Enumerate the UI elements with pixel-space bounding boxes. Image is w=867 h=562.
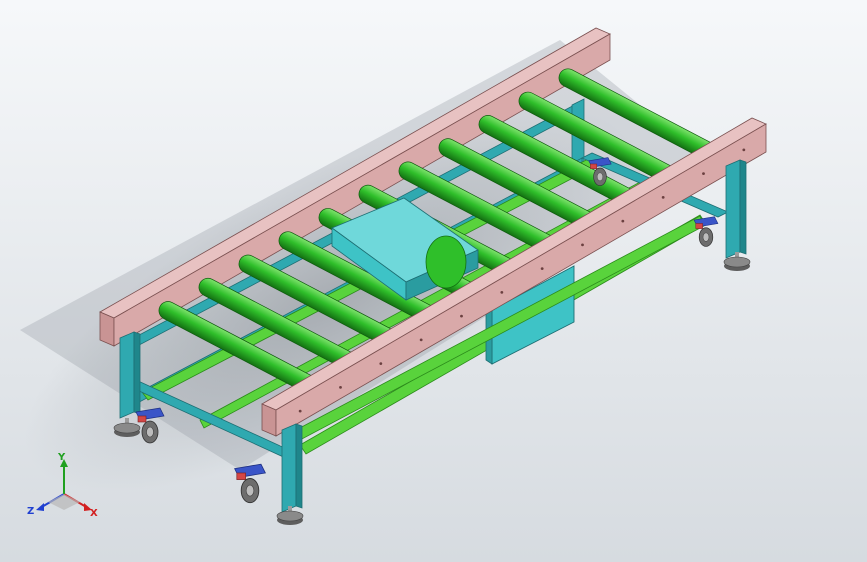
roller-conveyor-model[interactable]: Y Z X	[0, 0, 867, 562]
leg-front-near-side	[295, 423, 303, 509]
rail-hole	[419, 338, 423, 342]
caster-clamp	[236, 472, 246, 480]
rail-hole	[742, 148, 746, 152]
leg-front-left-outer	[133, 331, 141, 415]
near-rail-end	[261, 403, 277, 437]
foot-pad-top	[723, 256, 751, 268]
leg-back-near	[725, 159, 741, 259]
rail-hole	[702, 172, 705, 176]
leg-front-near	[281, 423, 297, 513]
triad-z-label: Z	[27, 506, 34, 517]
rail-hole	[581, 243, 584, 247]
caster-clamp	[590, 163, 598, 170]
foot-pad-top	[276, 510, 304, 522]
triad-x-label: X	[90, 508, 98, 519]
caster-hub	[245, 484, 255, 497]
foot-pad-top	[113, 422, 141, 434]
caster-hub	[702, 232, 710, 242]
rail-hole	[298, 409, 302, 413]
leg-front-left-inner	[119, 331, 135, 419]
rail-hole	[339, 385, 342, 389]
rail-hole	[661, 195, 665, 199]
caster-clamp	[695, 223, 703, 229]
rail-hole	[621, 219, 625, 223]
far-rail-face	[99, 311, 115, 347]
rail-hole	[540, 267, 544, 271]
rail-hole	[460, 314, 463, 318]
leg-back-near-side	[739, 159, 747, 255]
caster-clamp	[137, 415, 147, 423]
rail-hole	[500, 290, 504, 294]
cad-viewport[interactable]: Y Z X	[0, 0, 867, 562]
caster-hub	[146, 426, 154, 438]
caster-hub	[596, 172, 604, 182]
rail-hole	[379, 362, 383, 366]
triad-y-label: Y	[57, 452, 66, 463]
motor-flange	[425, 235, 467, 289]
